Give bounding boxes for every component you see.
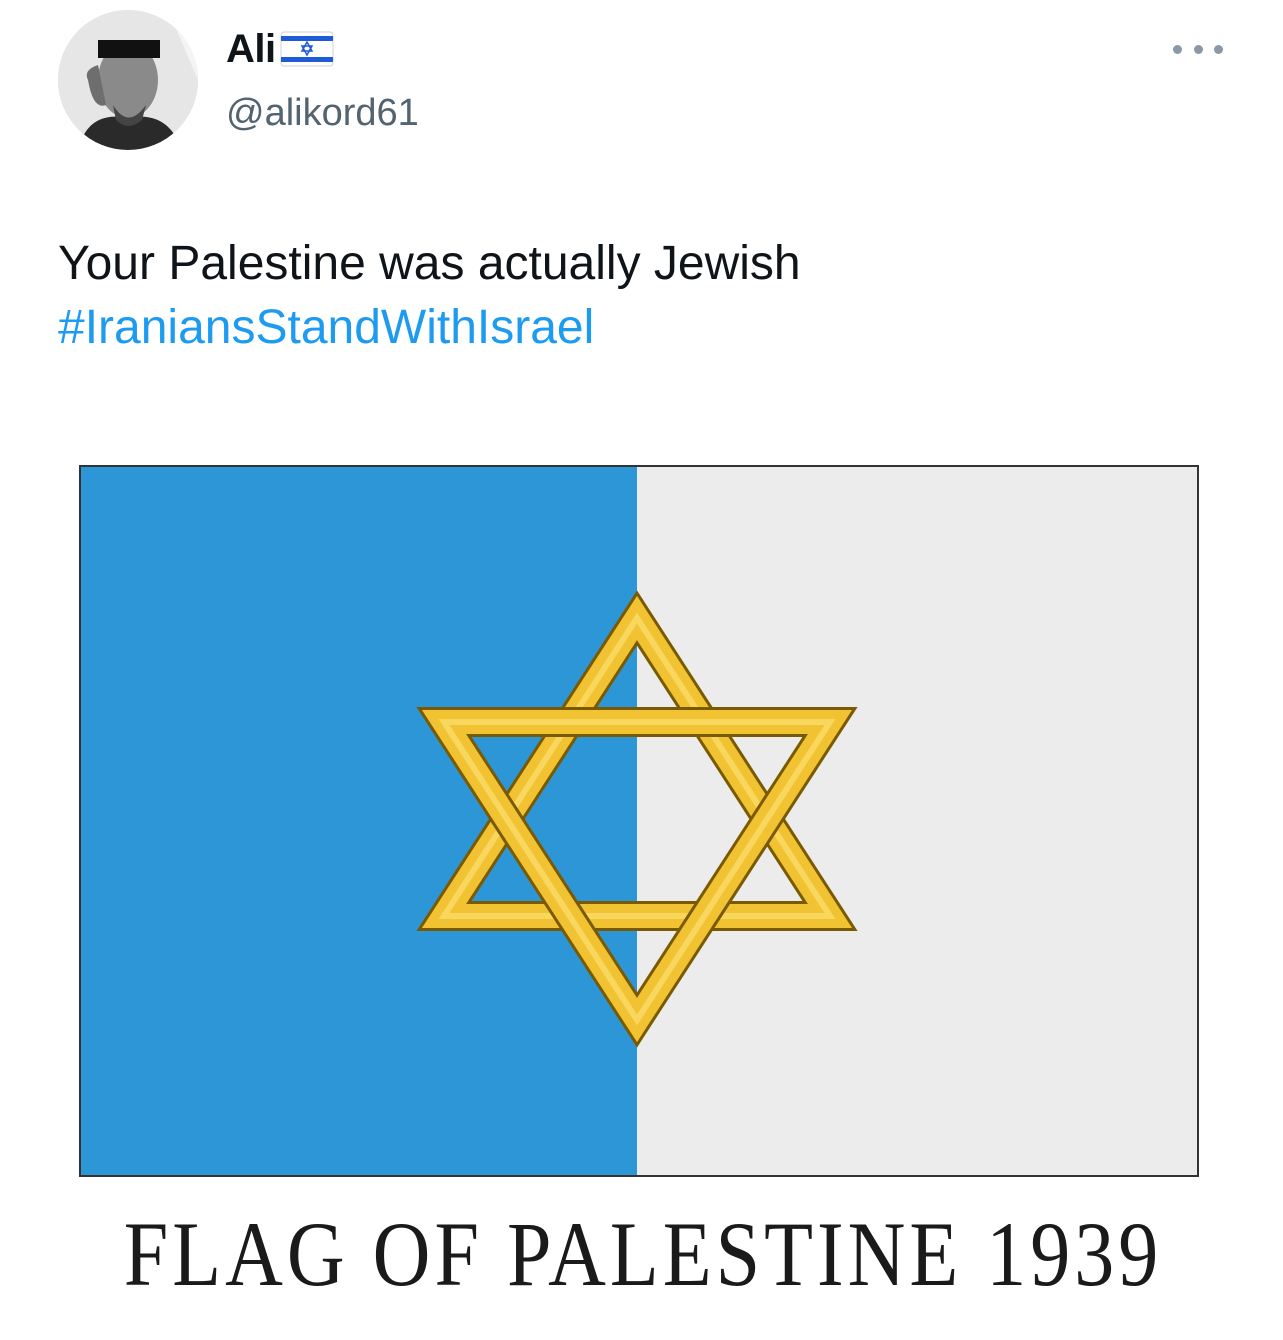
tweet-media-image[interactable]: FLAG OF PALESTINE 1939 (78, 440, 1208, 1320)
display-name[interactable]: Ali (226, 24, 276, 74)
hashtag-link[interactable]: #IraniansStandWithIsrael (58, 296, 1218, 360)
israel-flag-emoji-icon (280, 30, 334, 68)
ellipsis-icon (1173, 44, 1182, 54)
flag-blue-stripe (81, 467, 637, 1175)
ellipsis-icon (1193, 44, 1203, 54)
avatar-image (58, 10, 198, 150)
flag-image (79, 465, 1199, 1177)
tweet-text: Your Palestine was actually Jewish #Iran… (58, 232, 1218, 360)
ellipsis-icon (1214, 44, 1223, 54)
author-name-row[interactable]: Ali (226, 24, 334, 74)
flag-caption: FLAG OF PALESTINE 1939 (123, 1204, 1163, 1306)
tweet-text-line: Your Palestine was actually Jewish (58, 237, 801, 290)
author-handle[interactable]: @alikord61 (226, 88, 419, 138)
more-options-button[interactable] (1173, 34, 1223, 64)
avatar[interactable] (58, 10, 198, 150)
